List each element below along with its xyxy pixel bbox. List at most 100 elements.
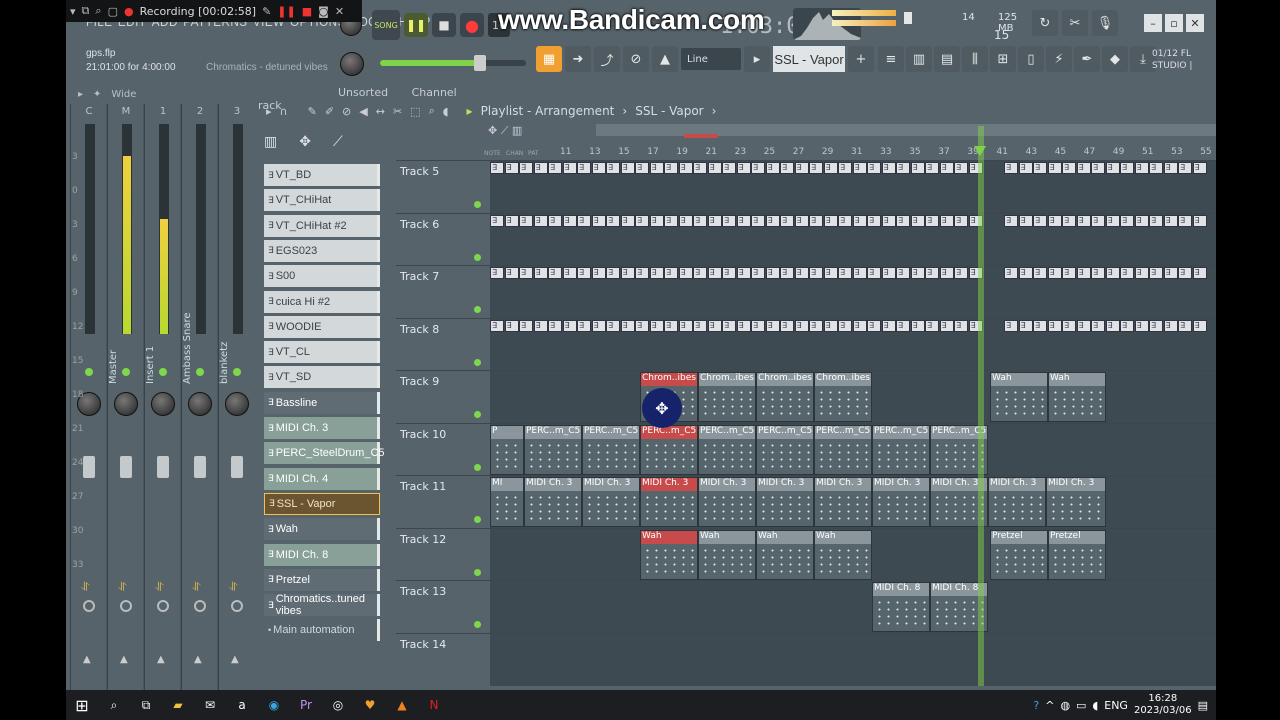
track-led[interactable] xyxy=(474,516,481,523)
speaker-icon[interactable]: ◖ xyxy=(443,105,449,118)
arrow-icon[interactable]: ▸ xyxy=(78,89,83,100)
channel-button[interactable]: ∃ VT_CL xyxy=(264,341,380,364)
pattern-clip[interactable]: ∃ xyxy=(925,319,939,332)
cut-icon[interactable]: ✂ xyxy=(1062,10,1088,36)
maximize-icon[interactable]: ▫ xyxy=(1165,14,1183,32)
route-arrow-icon[interactable]: ⥯ xyxy=(81,580,90,595)
volume-fader[interactable] xyxy=(231,456,243,478)
track-led[interactable] xyxy=(474,358,481,366)
pattern-clip[interactable]: ∃ xyxy=(664,319,678,332)
pattern-clip[interactable]: ∃ xyxy=(591,214,606,227)
pattern-clip[interactable]: ∃ xyxy=(794,214,809,227)
volume-fader[interactable] xyxy=(194,456,206,478)
pattern-clip[interactable]: MIDI Ch. 3 xyxy=(698,477,756,527)
pattern-clip[interactable]: ∃ xyxy=(852,214,867,227)
minimize-icon[interactable]: – xyxy=(1144,14,1162,32)
track-led[interactable] xyxy=(474,621,481,628)
pattern-clip[interactable]: ∃ xyxy=(867,214,881,227)
pattern-clip[interactable]: ∃ xyxy=(1047,319,1062,332)
pattern-clip[interactable]: ∃ xyxy=(954,319,968,332)
pattern-clip[interactable]: ∃ xyxy=(504,319,519,332)
channel-button[interactable]: ∃ PERC_SteelDrum_C5 xyxy=(264,442,385,465)
pattern-clip[interactable]: ∃ xyxy=(780,267,794,279)
volume-icon[interactable]: ◖ xyxy=(1092,699,1098,712)
arrow-icon[interactable]: ▸ xyxy=(266,105,272,118)
pause-icon[interactable]: ❚❚ xyxy=(277,5,295,18)
track-lane[interactable] xyxy=(490,633,1216,686)
play-pause-button[interactable]: ❚❚ xyxy=(404,13,428,37)
pattern-clip[interactable]: ∃ xyxy=(693,267,707,279)
pattern-clip[interactable]: PERC..m_C5 xyxy=(524,424,582,475)
pattern-clip[interactable]: Pretzel xyxy=(1048,529,1106,580)
project-icon[interactable]: ▯ xyxy=(1018,46,1044,72)
pattern-clip[interactable]: PERC..m_C5 xyxy=(756,424,814,475)
pattern-clip[interactable]: ∃ xyxy=(548,319,562,332)
pattern-clip[interactable]: ∃ xyxy=(562,319,577,332)
news-panel[interactable]: 01/12 FL STUDIO | xyxy=(1152,48,1192,72)
window-icon[interactable]: ⧉ xyxy=(82,4,90,18)
slider-handle[interactable] xyxy=(474,55,486,71)
pattern-clip[interactable]: ∃ xyxy=(664,214,678,227)
slip-icon[interactable]: ↔ xyxy=(376,105,385,118)
typing-keyboard-icon[interactable]: ▦ xyxy=(536,46,562,72)
pattern-clip[interactable]: ∃ xyxy=(939,267,954,279)
edge-icon[interactable]: ◉ xyxy=(258,698,290,712)
ruler-tools[interactable]: ✥ ⟋ ▥ xyxy=(488,124,522,138)
pattern-clip[interactable]: Wah xyxy=(1048,372,1106,422)
stereo-sep-icon[interactable] xyxy=(194,600,206,612)
chevron-up-icon[interactable]: ▲ xyxy=(157,654,165,665)
pattern-clip[interactable]: ∃ xyxy=(780,162,794,174)
pattern-clip[interactable]: PERC..m_C5 xyxy=(814,424,872,475)
mute-icon[interactable]: ◀ xyxy=(359,105,367,118)
master-pitch-knob[interactable] xyxy=(340,52,364,76)
pattern-clip[interactable]: ∃ xyxy=(620,214,635,227)
pattern-clip[interactable]: MIDI Ch. 3 xyxy=(524,477,582,527)
pattern-clip[interactable]: ∃ xyxy=(765,267,780,279)
play-arrow-icon[interactable]: ▸ xyxy=(744,46,770,72)
magnet-icon[interactable]: ∩ xyxy=(280,105,288,118)
pattern-clip[interactable]: ∃ xyxy=(823,319,838,332)
channel-button[interactable]: ∃ MIDI Ch. 8 xyxy=(264,543,380,566)
song-mode-toggle[interactable]: SONG xyxy=(372,10,400,40)
pattern-clip[interactable]: ∃ xyxy=(867,162,881,174)
pattern-clip[interactable]: ∃ xyxy=(1018,162,1033,174)
pattern-clip[interactable]: ∃ xyxy=(1004,214,1018,227)
pattern-clip[interactable]: ∃ xyxy=(577,267,591,279)
channel-button[interactable]: ∃ Pretzel xyxy=(264,568,380,591)
pattern-clip[interactable]: ∃ xyxy=(519,214,533,227)
track-lane[interactable]: ∃ ∃ ∃ ∃ ∃ ∃ ∃ ∃ ∃ ∃ ∃ ∃ ∃ ∃ ∃ ∃ ∃ ∃ ∃ ∃ ∃ ∃ ∃ ∃ ∃ ∃ ∃ ∃ ∃ ∃ ∃ ∃ ∃ ∃ ∃ ∃ ∃ ∃ ∃ ∃… xyxy=(490,318,1216,371)
language-label[interactable]: ENG xyxy=(1104,699,1128,712)
stereo-sep-icon[interactable] xyxy=(157,600,169,612)
pattern-clip[interactable]: ∃ xyxy=(591,267,606,279)
pattern-clip[interactable]: ∃ xyxy=(925,267,939,279)
pattern-clip[interactable]: ∃ xyxy=(1091,319,1105,332)
pattern-clip[interactable]: ∃ xyxy=(1033,319,1047,332)
track-lane[interactable]: MI MIDI Ch. 3 MIDI Ch. 3 MIDI Ch. 3 MIDI Ch.… xyxy=(490,476,1216,528)
pattern-clip[interactable]: ∃ xyxy=(1018,214,1033,227)
clock[interactable]: 16:28 2023/03/06 xyxy=(1134,693,1192,717)
volume-fader[interactable] xyxy=(120,456,132,478)
pattern-clip[interactable]: ∃ xyxy=(896,267,910,279)
pattern-clip[interactable]: ∃ xyxy=(1062,214,1076,227)
pattern-clip[interactable]: ∃ xyxy=(1134,319,1149,332)
pattern-clip[interactable]: ∃ xyxy=(939,162,954,174)
mail-icon[interactable]: ✉ xyxy=(194,698,226,712)
pattern-clip[interactable]: ∃ xyxy=(1062,319,1076,332)
pattern-clip[interactable]: ∃ xyxy=(620,267,635,279)
pattern-clip[interactable]: ∃ xyxy=(1178,162,1192,174)
enable-led[interactable] xyxy=(85,368,93,376)
help-icon[interactable]: ? xyxy=(1033,699,1039,712)
pattern-clip[interactable]: ∃ xyxy=(504,162,519,174)
pattern-clip[interactable]: ∃ xyxy=(707,267,722,279)
track-lane[interactable]: Wah Wah Wah Wah Pretzel Pretzel xyxy=(490,528,1216,581)
track-lane[interactable]: ∃ ∃ ∃ ∃ ∃ ∃ ∃ ∃ ∃ ∃ ∃ ∃ ∃ ∃ ∃ ∃ ∃ ∃ ∃ ∃ ∃ ∃ ∃ ∃ ∃ ∃ ∃ ∃ ∃ ∃ ∃ ∃ ∃ ∃ ∃ ∃ ∃ ∃ ∃ ∃… xyxy=(490,266,1216,318)
track-header[interactable]: Track 12 xyxy=(396,528,488,581)
obs-icon[interactable]: ◎ xyxy=(322,698,354,712)
track-led[interactable] xyxy=(474,568,481,576)
search-icon[interactable]: ⌕ xyxy=(95,4,101,18)
stereo-sep-icon[interactable] xyxy=(120,600,132,612)
pattern-clip[interactable]: ∃ xyxy=(1076,319,1091,332)
pattern-clip[interactable]: ∃ xyxy=(1062,267,1076,279)
pattern-clip[interactable]: ∃ xyxy=(577,319,591,332)
pattern-clip[interactable]: ∃ xyxy=(1062,162,1076,174)
